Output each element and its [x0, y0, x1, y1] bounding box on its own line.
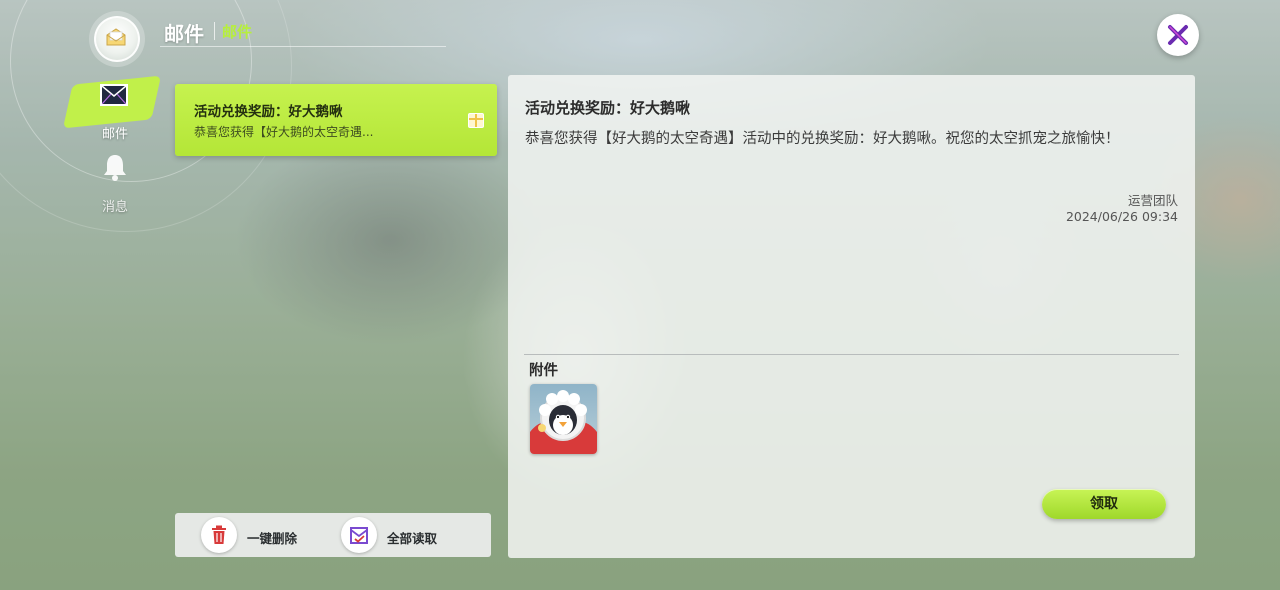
header-underline — [160, 46, 446, 47]
mail-sender: 运营团队 — [1127, 193, 1178, 208]
read-all-label: 全部读取 — [387, 531, 438, 546]
mail-open-icon — [94, 16, 140, 62]
attachment-item-slot[interactable] — [530, 384, 597, 454]
nav-item-mail[interactable]: 邮件 — [62, 75, 162, 144]
nav-label-mail: 邮件 — [101, 127, 128, 142]
close-button[interactable] — [1157, 14, 1199, 56]
mail-detail-panel: 活动兑换奖励：好大鹅啾 恭喜您获得【好大鹅的太空奇遇】活动中的兑换奖励：好大鹅啾… — [508, 75, 1195, 558]
mail-item-title: 活动兑换奖励：好大鹅啾 — [194, 104, 343, 120]
title-divider — [214, 22, 215, 40]
bell-icon — [104, 155, 126, 181]
mail-detail-body: 恭喜您获得【好大鹅的太空奇遇】活动中的兑换奖励：好大鹅啾。祝您的太空抓宠之旅愉快… — [525, 131, 1120, 147]
delete-all-button[interactable]: 一键删除 — [201, 517, 311, 553]
mail-action-bar: 一键删除 全部读取 — [175, 513, 491, 557]
attachment-label: 附件 — [529, 363, 558, 379]
nav-item-messages[interactable]: 消息 — [75, 150, 155, 216]
attachment-divider — [524, 354, 1179, 355]
claim-button[interactable]: 领取 — [1042, 489, 1166, 519]
trash-icon — [201, 517, 237, 553]
delete-all-label: 一键删除 — [247, 531, 298, 546]
penguin-item-icon — [530, 390, 597, 454]
nav-label-messages: 消息 — [101, 200, 128, 215]
mail-detail-title: 活动兑换奖励：好大鹅啾 — [525, 99, 691, 117]
page-title: 邮件 — [164, 22, 204, 46]
mail-list-item[interactable]: 活动兑换奖励：好大鹅啾 恭喜您获得【好大鹅的太空奇遇... — [175, 84, 497, 156]
mail-item-preview: 恭喜您获得【好大鹅的太空奇遇... — [194, 125, 374, 139]
gift-icon — [468, 113, 484, 128]
read-mail-icon — [341, 517, 377, 553]
read-all-button[interactable]: 全部读取 — [341, 517, 461, 553]
mail-envelope-icon — [100, 84, 128, 106]
close-icon — [1168, 25, 1188, 45]
page-subtitle: 邮件 — [222, 23, 253, 41]
mail-date: 2024/06/26 09:34 — [1065, 209, 1178, 224]
